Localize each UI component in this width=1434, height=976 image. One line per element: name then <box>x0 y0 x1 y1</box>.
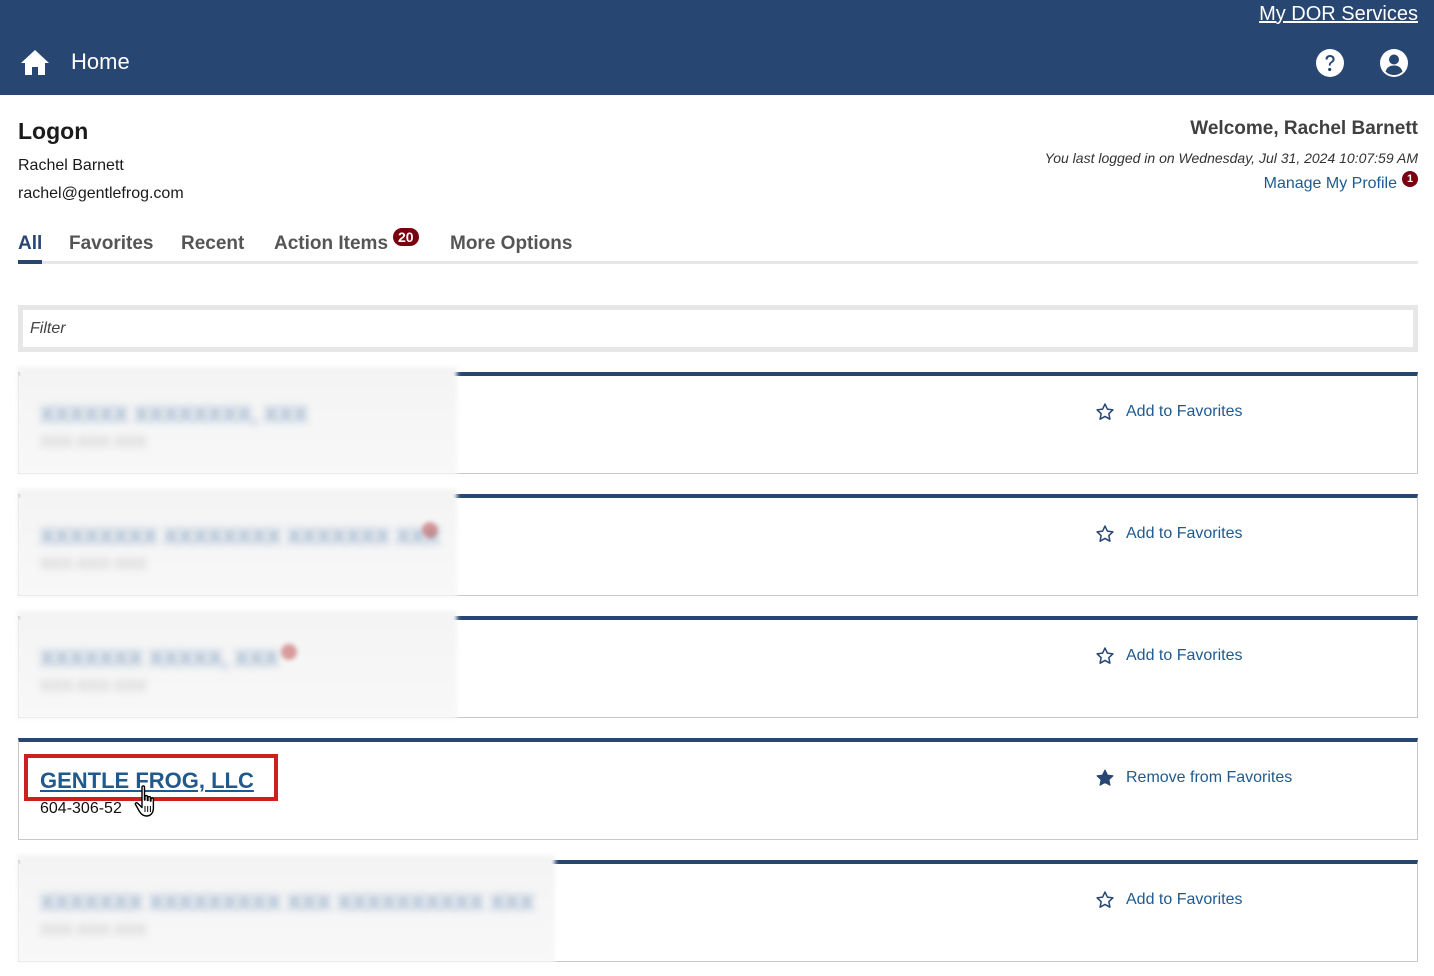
add-to-favorites-button[interactable]: Add to Favorites <box>1095 402 1243 422</box>
tab-more-options[interactable]: More Options <box>450 233 572 255</box>
hand-pointer-icon <box>134 785 155 817</box>
user-account-icon[interactable] <box>1379 48 1409 78</box>
favorite-label: Add to Favorites <box>1126 525 1243 542</box>
help-icon[interactable] <box>1315 48 1345 78</box>
filter-input[interactable] <box>23 310 1413 347</box>
star-outline-icon <box>1096 403 1114 420</box>
my-dor-services-link[interactable]: My DOR Services <box>1259 3 1418 26</box>
tab-action-items[interactable]: Action Items <box>274 233 388 255</box>
home-label: Home <box>71 49 130 74</box>
redacted-account-name: XXXXXX XXXXXXXX, XXX <box>40 402 308 427</box>
favorite-label: Add to Favorites <box>1126 891 1243 908</box>
manage-profile: Manage My Profile 1 <box>1264 171 1418 193</box>
top-nav-bar: My DOR Services Home <box>0 0 1434 95</box>
add-to-favorites-button[interactable]: Add to Favorites <box>1095 890 1243 910</box>
logon-user-name: Rachel Barnett <box>18 157 124 174</box>
home-icon <box>21 50 49 75</box>
tab-recent[interactable]: Recent <box>181 233 244 255</box>
account-card: XXXXXXX XXXXX, XXX XXX-XXX-XXX Add to Fa… <box>17 611 1418 719</box>
redacted-account-phone: XXX-XXX-XXX <box>40 922 147 939</box>
account-card-gentle-frog: GENTLE FROG, LLC 604-306-52 Remove from … <box>18 738 1418 840</box>
tab-all[interactable]: All <box>18 233 42 255</box>
last-login-text: You last logged in on Wednesday, Jul 31,… <box>1044 150 1418 166</box>
remove-from-favorites-button[interactable]: Remove from Favorites <box>1095 768 1292 788</box>
active-tab-indicator <box>18 260 42 264</box>
redacted-account-phone: XXX-XXX-XXX <box>40 678 147 695</box>
welcome-heading: Welcome, Rachel Barnett <box>1190 118 1418 139</box>
account-phone: 604-306-52 <box>40 800 122 817</box>
tab-favorites[interactable]: Favorites <box>69 233 153 255</box>
manage-profile-link[interactable]: Manage My Profile <box>1264 175 1397 193</box>
account-tabs: All Favorites Recent Action Items 20 Mor… <box>18 228 1418 264</box>
filter-container <box>18 305 1418 352</box>
account-card: XXXXXX XXXXXXXX, XXX XXX-XXX-XXX Add to … <box>17 367 1418 475</box>
home-nav[interactable]: Home <box>20 47 130 77</box>
redacted-account-phone: XXX-XXX-XXX <box>40 434 147 451</box>
favorite-label: Remove from Favorites <box>1126 769 1293 786</box>
manage-profile-badge: 1 <box>1402 171 1418 187</box>
redacted-account-phone: XXX-XXX-XXX <box>40 556 147 573</box>
favorite-label: Add to Favorites <box>1126 403 1243 420</box>
favorite-label: Add to Favorites <box>1126 647 1243 664</box>
redacted-account-name: XXXXXXX XXXXX, XXX <box>40 646 279 671</box>
account-card: XXXXXXX XXXXXXXXX XXX XXXXXXXXXX XXX XXX… <box>17 855 1418 963</box>
add-to-favorites-button[interactable]: Add to Favorites <box>1095 524 1243 544</box>
star-outline-icon <box>1096 647 1114 664</box>
action-items-badge: 20 <box>393 228 419 246</box>
redacted-badge <box>281 644 297 660</box>
star-filled-icon <box>1096 769 1114 786</box>
redacted-account-name: XXXXXXX XXXXXXXXX XXX XXXXXXXXXX XXX <box>40 890 535 915</box>
add-to-favorites-button[interactable]: Add to Favorites <box>1095 646 1243 666</box>
redacted-account-name: XXXXXXXX XXXXXXXX XXXXXXX XXX <box>40 524 440 549</box>
account-card: XXXXXXXX XXXXXXXX XXXXXXX XXX XXX-XXX-XX… <box>17 489 1418 597</box>
star-outline-icon <box>1096 525 1114 542</box>
star-outline-icon <box>1096 891 1114 908</box>
logon-title: Logon <box>18 118 89 144</box>
redacted-badge <box>422 522 438 538</box>
logon-user-email: rachel@gentlefrog.com <box>18 185 184 202</box>
